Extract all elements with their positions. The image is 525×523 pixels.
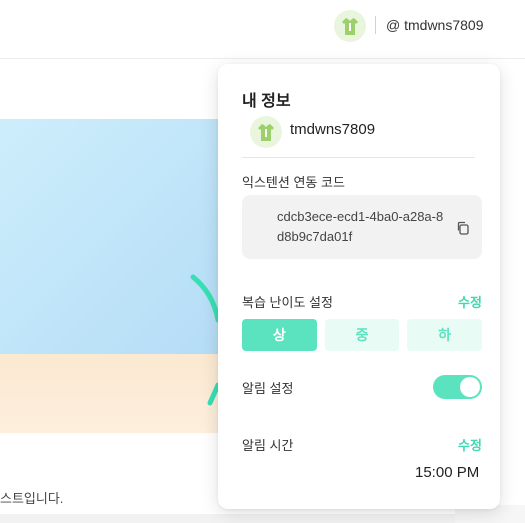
top-bar: @ tmdwns7809 [0,0,525,58]
background-caption: 스트입니다. [0,491,64,506]
difficulty-high-button[interactable]: 상 [242,319,317,351]
alarm-time-value: 15:00 PM [415,464,480,481]
alarm-setting-label: 알림 설정 [242,381,294,396]
difficulty-label: 복습 난이도 설정 [242,295,333,310]
alarm-toggle[interactable] [433,375,482,399]
extension-code-label: 익스텐션 연동 코드 [242,175,345,190]
user-avatar-icon [258,124,274,141]
header-separator [375,16,376,34]
panel-title: 내 정보 [242,93,291,110]
alarm-time-label: 알림 시간 [242,438,294,453]
panel-avatar [250,116,282,148]
avatar[interactable] [334,10,366,42]
difficulty-medium-button[interactable]: 중 [324,319,400,351]
profile-dropdown: 내 정보 tmdwns7809 익스텐션 연동 코드 cdcb3ece-ecd1… [218,64,500,509]
alarm-time-edit-link[interactable]: 수정 [458,435,482,454]
user-avatar-icon [342,18,358,35]
header-divider [0,58,525,59]
extension-code-box: cdcb3ece-ecd1-4ba0-a28a-8d8b9c7da01f [242,195,482,259]
panel-divider [242,157,475,158]
alarm-toggle-knob [460,377,480,397]
copy-icon[interactable] [455,220,471,236]
difficulty-edit-link[interactable]: 수정 [458,292,482,311]
background-strip [0,514,460,523]
difficulty-selector: 상 중 하 [242,319,483,351]
panel-username: tmdwns7809 [290,121,376,138]
user-handle-link[interactable]: @ tmdwns7809 [386,17,483,33]
extension-code-value: cdcb3ece-ecd1-4ba0-a28a-8d8b9c7da01f [277,209,444,244]
difficulty-low-button[interactable]: 하 [407,319,483,351]
